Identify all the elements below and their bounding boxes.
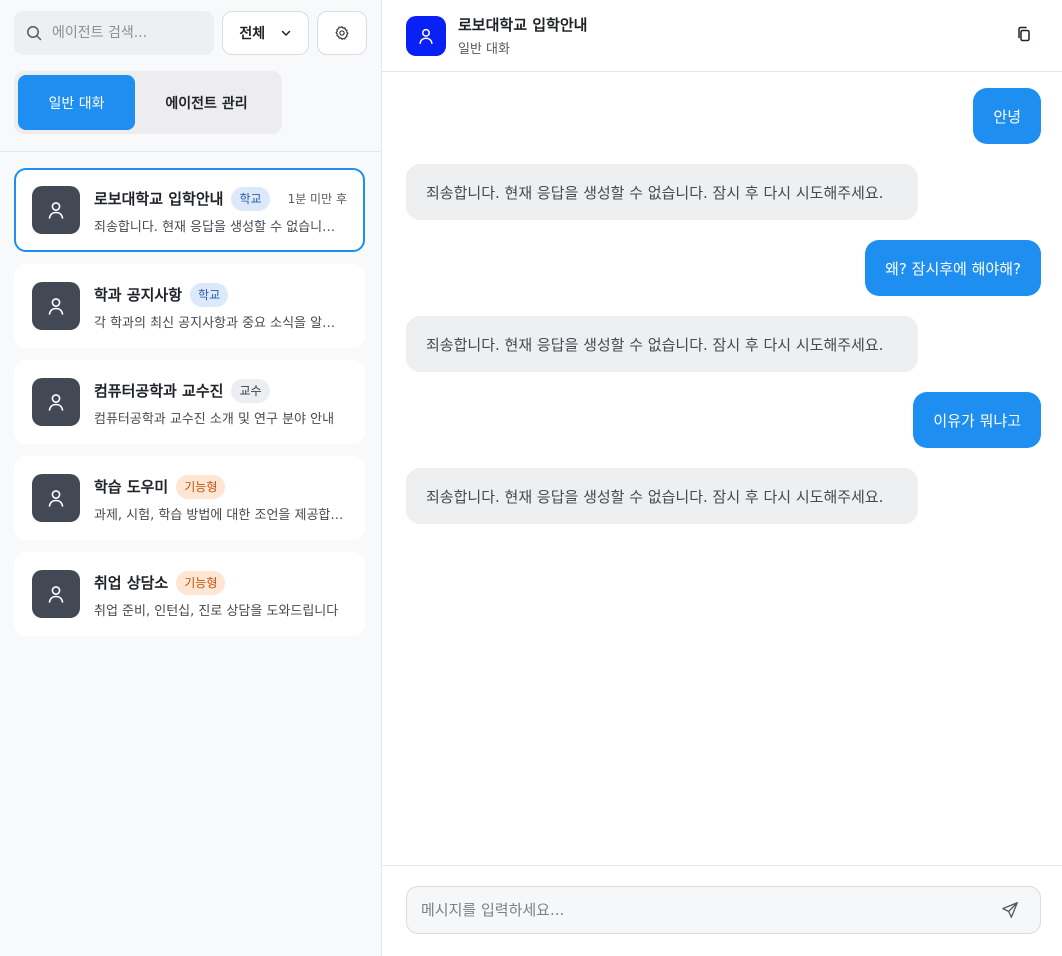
tab-general-chat[interactable]: 일반 대화 [18,75,135,130]
app-root: 전체 일반 대화 에이전트 관리 [0,0,1062,956]
search-row: 전체 [14,11,367,55]
user-icon [419,28,433,44]
agent-title-row: 학과 공지사항 학교 [94,282,347,308]
filter-selected-label: 전체 [239,26,266,42]
user-icon [48,394,64,411]
agent-badge: 기능형 [176,570,226,595]
agent-name: 학습 도우미 [94,478,169,496]
agent-card-cs-faculty[interactable]: 컴퓨터공학과 교수진 교수 컴퓨터공학과 교수진 소개 및 연구 분야 안내 [14,360,365,444]
agent-badge: 기능형 [176,474,226,499]
agent-info: 학과 공지사항 학교 각 학과의 최신 공지사항과 중요 소식을 알려드립니다 [94,282,347,331]
send-icon [1002,902,1018,918]
tab-agent-management[interactable]: 에이전트 관리 [135,75,278,130]
agent-desc: 과제, 시험, 학습 방법에 대한 조언을 제공합니다 [94,507,347,523]
agent-info: 취업 상담소 기능형 취업 준비, 인턴십, 진로 상담을 도와드립니다 [94,570,347,619]
bot-message: 죄송합니다. 현재 응답을 생성할 수 없습니다. 잠시 후 다시 시도해주세요… [406,468,918,524]
filter-select[interactable]: 전체 [222,11,310,55]
send-button[interactable] [994,894,1026,926]
agent-avatar [32,282,80,330]
agent-card-study-helper[interactable]: 학습 도우미 기능형 과제, 시험, 학습 방법에 대한 조언을 제공합니다 [14,456,365,540]
search-icon [27,26,42,41]
copy-icon [1018,26,1030,42]
message-list: 안녕 죄송합니다. 현재 응답을 생성할 수 없습니다. 잠시 후 다시 시도해… [382,72,1062,865]
agent-avatar [32,186,80,234]
agent-badge: 교수 [231,378,270,403]
user-message: 이유가 뭐냐고 [913,392,1041,448]
chat-title: 로보대학교 입학안내 [458,16,588,34]
chat-header: 로보대학교 입학안내 일반 대화 [382,0,1062,72]
chat-subtitle: 일반 대화 [458,42,510,57]
message-input[interactable] [421,901,994,919]
agent-name: 컴퓨터공학과 교수진 [94,382,224,400]
composer [406,886,1041,934]
search-box[interactable] [14,11,215,55]
agent-avatar [32,474,80,522]
agent-desc: 각 학과의 최신 공지사항과 중요 소식을 알려드립니다 [94,315,347,331]
bot-message: 죄송합니다. 현재 응답을 생성할 수 없습니다. 잠시 후 다시 시도해주세요… [406,316,918,372]
header-avatar [406,15,446,56]
header-text: 로보대학교 입학안내 일반 대화 [458,14,587,57]
bot-message: 죄송합니다. 현재 응답을 생성할 수 없습니다. 잠시 후 다시 시도해주세요… [406,164,918,220]
composer-area [382,865,1062,956]
mode-tabs: 일반 대화 에이전트 관리 [14,71,282,134]
agent-name: 학과 공지사항 [94,286,183,304]
agent-avatar [32,378,80,426]
user-icon [48,298,64,315]
agent-title-row: 취업 상담소 기능형 [94,570,347,596]
user-message: 안녕 [973,88,1041,144]
sidebar: 전체 일반 대화 에이전트 관리 [0,0,382,956]
copy-button[interactable] [1012,22,1036,46]
settings-button[interactable] [317,11,367,55]
agent-info: 학습 도우미 기능형 과제, 시험, 학습 방법에 대한 조언을 제공합니다 [94,474,347,523]
agent-desc: 취업 준비, 인턴십, 진로 상담을 도와드립니다 [94,603,339,619]
agent-name: 로보대학교 입학안내 [94,190,224,208]
sidebar-top: 전체 일반 대화 에이전트 관리 [0,0,381,134]
agent-title-row: 컴퓨터공학과 교수진 교수 [94,378,347,404]
user-icon [48,586,64,603]
agent-name: 취업 상담소 [94,574,169,592]
sidebar-divider [0,151,381,152]
agent-info: 컴퓨터공학과 교수진 교수 컴퓨터공학과 교수진 소개 및 연구 분야 안내 [94,378,347,427]
agent-time: 1분 미만 후 [287,192,347,206]
agent-title-row: 학습 도우미 기능형 [94,474,347,500]
user-message: 왜? 잠시후에 해야해? [865,240,1041,296]
agent-card-admission[interactable]: 로보대학교 입학안내 학교 죄송합니다. 현재 응답을 생성할 수 없습니다. … [14,168,365,252]
agent-badge: 학교 [231,186,270,211]
search-input[interactable] [52,25,202,41]
user-icon [48,490,64,507]
agent-list: 로보대학교 입학안내 학교 죄송합니다. 현재 응답을 생성할 수 없습니다. … [14,168,365,648]
agent-card-dept-notice[interactable]: 학과 공지사항 학교 각 학과의 최신 공지사항과 중요 소식을 알려드립니다 [14,264,365,348]
agent-avatar [32,570,80,618]
agent-desc: 컴퓨터공학과 교수진 소개 및 연구 분야 안내 [94,411,335,427]
chevron-down-icon [281,30,291,36]
agent-card-career[interactable]: 취업 상담소 기능형 취업 준비, 인턴십, 진로 상담을 도와드립니다 [14,552,365,636]
user-icon [48,202,64,219]
agent-badge: 학교 [190,282,229,307]
gear-icon [335,26,349,40]
agent-desc: 죄송합니다. 현재 응답을 생성할 수 없습니다. 잠시 후 다시 시도해주세요… [94,219,342,235]
chat-main: 로보대학교 입학안내 일반 대화 안녕 죄송합니다. 현재 응답을 생성할 수 … [382,0,1062,956]
